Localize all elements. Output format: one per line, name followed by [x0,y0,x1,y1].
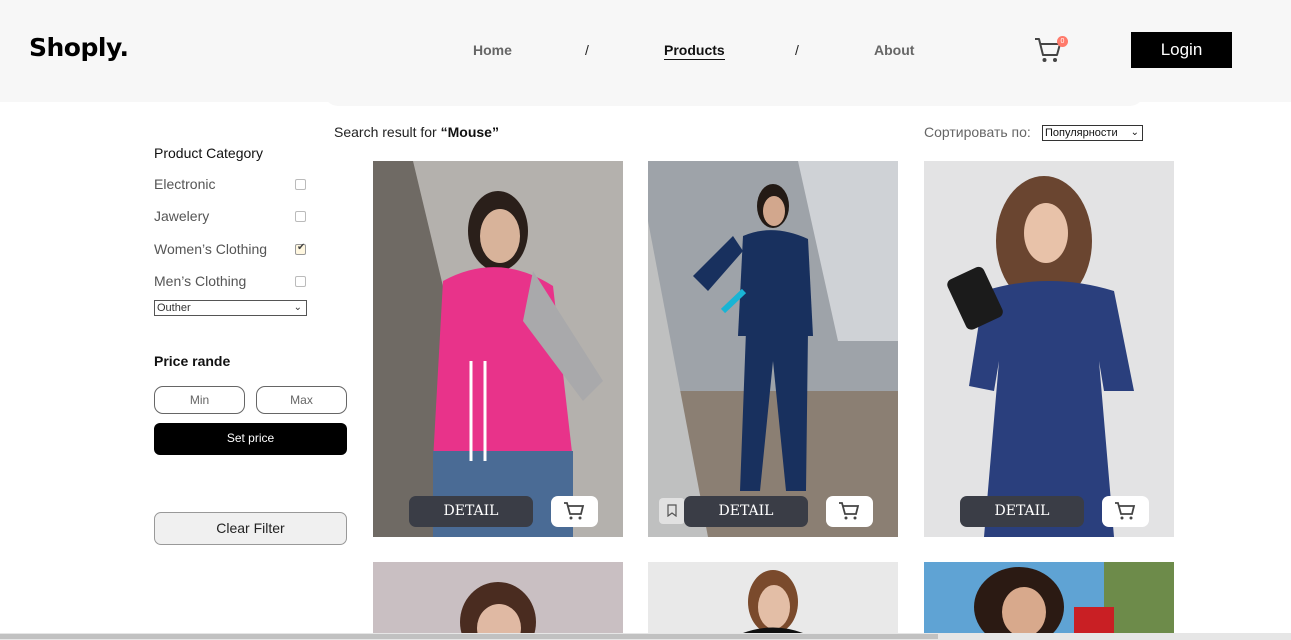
category-checkbox-mens-clothing[interactable] [295,276,306,287]
chevron-down-icon: ⌄ [1130,127,1139,138]
nav-home[interactable]: Home [473,42,512,58]
product-card[interactable] [924,562,1174,633]
product-card[interactable] [373,562,623,633]
product-image [648,562,898,633]
chevron-down-icon: ⌄ [293,302,302,313]
sort-select[interactable]: Популярности ⌄ [1042,125,1143,141]
category-select-value: Outher [157,302,191,314]
price-min-input[interactable]: Min [154,386,245,414]
scrollbar-thumb[interactable] [0,634,938,639]
bookmark-icon [667,504,677,517]
category-checkbox-jewelery[interactable] [295,211,306,222]
header-curve [324,90,1144,106]
detail-button[interactable]: DETAIL [960,496,1084,527]
login-button[interactable]: Login [1131,32,1232,68]
add-to-cart-button[interactable] [1102,496,1149,527]
search-result-text: Search result for “Mouse” [334,124,499,140]
nav-separator: / [585,42,589,58]
search-query: “Mouse” [440,124,499,140]
add-to-cart-button[interactable] [826,496,873,527]
product-image [924,161,1174,537]
category-checkbox-womens-clothing[interactable] [295,242,306,255]
bookmark-button[interactable] [659,498,685,524]
nav-separator: / [795,42,799,58]
site-header [0,0,1291,102]
add-to-cart-button[interactable] [551,496,598,527]
clear-filter-button[interactable]: Clear Filter [154,512,347,545]
sort-select-value: Популярности [1045,127,1118,139]
product-card[interactable]: DETAIL [648,161,898,537]
product-image [373,562,623,633]
price-title: Price rande [154,353,231,369]
product-card[interactable]: DETAIL [373,161,623,537]
product-card[interactable] [648,562,898,633]
product-card[interactable]: DETAIL [924,161,1174,537]
sort-label: Сортировать по: [924,124,1031,140]
detail-button[interactable]: DETAIL [684,496,808,527]
category-checkbox-electronic[interactable] [295,179,306,190]
category-label-womens-clothing: Women’s Clothing [154,241,268,257]
nav-about[interactable]: About [874,42,914,58]
search-result-prefix: Search result for [334,124,441,140]
detail-button[interactable]: DETAIL [409,496,533,527]
cart-icon [839,502,860,520]
category-title: Product Category [154,145,263,161]
cart-icon [1115,502,1136,520]
cart-icon [564,502,585,520]
product-image [648,161,898,537]
product-image [924,562,1174,633]
category-label-jewelery: Jawelery [154,208,210,224]
cart-count-badge: 0 [1057,36,1068,47]
price-max-input[interactable]: Max [256,386,347,414]
site-logo[interactable]: Shoply. [29,33,129,62]
category-select[interactable]: Outher ⌄ [154,300,307,316]
category-label-mens-clothing: Men’s Clothing [154,273,247,289]
set-price-button[interactable]: Set price [154,423,347,455]
product-image [373,161,623,537]
category-label-electronic: Electronic [154,176,216,192]
nav-products[interactable]: Products [664,42,725,60]
